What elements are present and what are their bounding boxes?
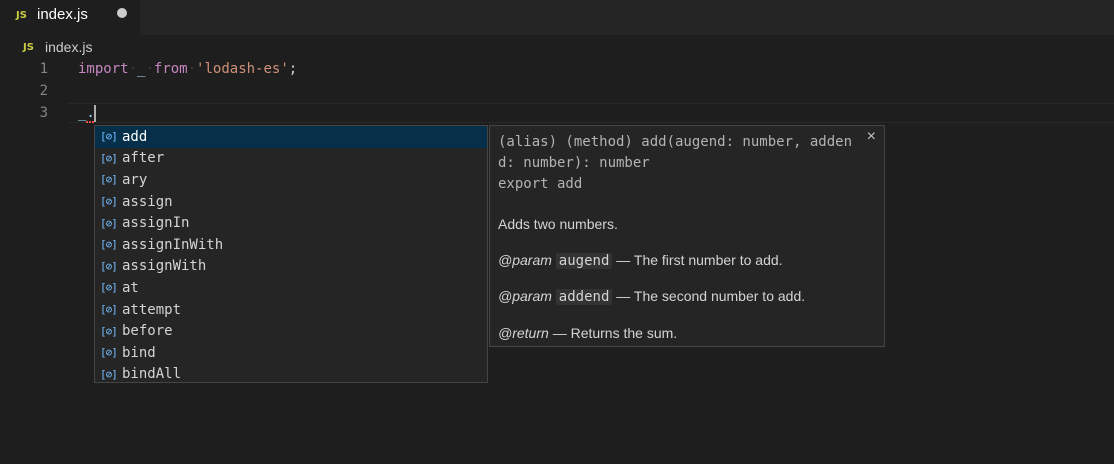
string-module: 'lodash-es'	[196, 61, 289, 77]
return-doc: @return — Returns the sum.	[498, 325, 677, 341]
return-tag: @return	[498, 325, 549, 341]
unsaved-dot-icon[interactable]	[117, 8, 127, 18]
whitespace: ·	[187, 61, 197, 77]
method-icon: [⊘]	[100, 346, 118, 360]
suggest-item-assignInWith[interactable]: [⊘] assignInWith	[95, 234, 487, 256]
breadcrumb-file[interactable]: index.js	[45, 39, 92, 55]
suggest-label: after	[122, 150, 165, 167]
text-cursor	[94, 105, 96, 122]
param-augend: @param augend — The first number to add.	[498, 252, 783, 269]
method-icon: [⊘]	[100, 367, 118, 381]
suggest-item-before[interactable]: [⊘] before	[95, 320, 487, 342]
suggest-details: (alias) (method) add(augend: number, add…	[489, 125, 885, 347]
suggest-label: add	[122, 128, 148, 145]
js-file-icon: JS	[23, 42, 34, 53]
method-icon: [⊘]	[100, 151, 118, 165]
suggest-item-attempt[interactable]: [⊘] attempt	[95, 299, 487, 321]
signature: (alias) (method) add(augend: number, add…	[498, 134, 853, 192]
tab-bar: JS index.js	[0, 0, 1114, 35]
description: Adds two numbers.	[498, 216, 618, 232]
suggest-item-after[interactable]: [⊘] after	[95, 148, 487, 170]
method-icon: [⊘]	[100, 195, 118, 209]
method-icon: [⊘]	[100, 173, 118, 187]
suggest-label: before	[122, 323, 173, 340]
line-number: 2	[39, 83, 48, 99]
line-number: 3	[39, 105, 48, 121]
param-desc: — The second number to add.	[616, 288, 806, 304]
suggest-item-bindAll[interactable]: [⊘] bindAll	[95, 364, 487, 386]
method-icon: [⊘]	[100, 259, 118, 273]
suggest-label: assign	[122, 193, 173, 210]
suggest-label: bindAll	[122, 366, 182, 383]
method-icon: [⊘]	[100, 281, 118, 295]
method-icon: [⊘]	[100, 324, 118, 338]
return-desc: — Returns the sum.	[552, 325, 678, 341]
keyword-from: from	[153, 61, 188, 77]
whitespace: ·	[145, 61, 154, 77]
current-line-highlight	[68, 103, 1114, 123]
tab-title: index.js	[37, 6, 88, 23]
suggest-label: ary	[122, 171, 148, 188]
suggest-item-bind[interactable]: [⊘] bind	[95, 342, 487, 364]
param-name: addend	[555, 289, 613, 305]
suggest-item-add[interactable]: [⊘] add	[95, 126, 487, 148]
param-addend: @param addend — The second number to add…	[498, 288, 805, 305]
suggest-item-assign[interactable]: [⊘] assign	[95, 191, 487, 213]
error-squiggle	[86, 118, 94, 123]
suggest-label: attempt	[122, 301, 182, 318]
param-tag: @param	[498, 288, 552, 304]
suggest-label: assignIn	[122, 215, 190, 232]
method-icon: [⊘]	[100, 238, 118, 252]
suggest-label: assignWith	[122, 258, 207, 275]
suggest-label: bind	[122, 344, 156, 361]
method-icon: [⊘]	[100, 303, 118, 317]
param-name: augend	[555, 253, 613, 269]
param-desc: — The first number to add.	[616, 252, 783, 268]
whitespace: ·	[128, 61, 138, 77]
suggest-item-ary[interactable]: [⊘] ary	[95, 169, 487, 191]
method-icon: [⊘]	[100, 130, 118, 144]
semicolon: ;	[288, 61, 298, 77]
close-icon[interactable]: ×	[867, 128, 876, 146]
suggest-widget[interactable]: [⊘] add [⊘] after [⊘] ary [⊘] assign [⊘] assignIn…	[94, 125, 488, 383]
suggest-label: assignInWith	[122, 236, 224, 253]
suggest-label: at	[122, 279, 139, 296]
suggest-item-assignWith[interactable]: [⊘] assignWith	[95, 256, 487, 278]
code-line-1[interactable]: import·_·from·'lodash-es';	[78, 61, 297, 77]
js-file-icon: JS	[16, 10, 27, 21]
param-tag: @param	[498, 252, 552, 268]
keyword-import: import	[78, 61, 129, 77]
line-number: 1	[39, 61, 48, 77]
method-icon: [⊘]	[100, 216, 118, 230]
suggest-item-assignIn[interactable]: [⊘] assignIn	[95, 212, 487, 234]
tab-index-js[interactable]: JS index.js	[0, 0, 140, 35]
suggest-item-at[interactable]: [⊘] at	[95, 277, 487, 299]
